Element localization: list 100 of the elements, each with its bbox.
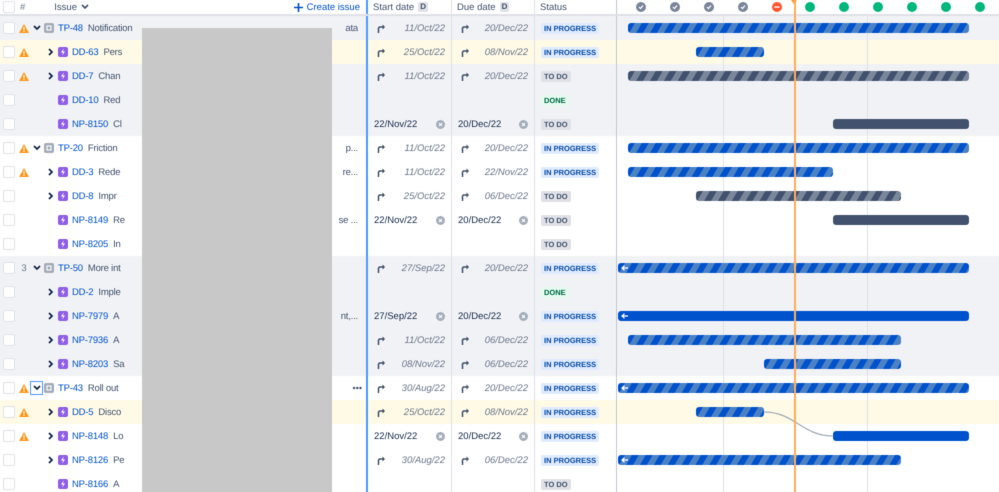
more-actions-button[interactable]: ••• bbox=[352, 383, 362, 393]
sprint-marker[interactable] bbox=[974, 2, 985, 12]
issue-key-link[interactable]: NP-8149 bbox=[72, 214, 108, 226]
checkbox[interactable] bbox=[3, 382, 15, 394]
checkbox[interactable] bbox=[3, 334, 15, 346]
timeline-bar[interactable] bbox=[764, 359, 901, 369]
issue-key-link[interactable]: TP-20 bbox=[58, 142, 83, 154]
date-value[interactable]: 06/Dec/22 bbox=[484, 190, 528, 202]
checkbox[interactable] bbox=[3, 22, 15, 34]
issue-key-link[interactable]: TP-48 bbox=[58, 22, 83, 34]
date-value[interactable]: 22/Nov/22 bbox=[374, 430, 418, 442]
date-value[interactable]: 25/Oct/22 bbox=[404, 46, 445, 58]
clear-icon[interactable] bbox=[519, 120, 528, 128]
sprint-marker[interactable] bbox=[772, 2, 782, 12]
sprint-marker[interactable] bbox=[636, 2, 646, 12]
clear-icon[interactable] bbox=[436, 312, 445, 320]
date-value[interactable]: 20/Dec/22 bbox=[458, 118, 502, 130]
issue-key-link[interactable]: NP-8203 bbox=[72, 358, 108, 370]
date-value[interactable]: 20/Dec/22 bbox=[484, 382, 528, 394]
checkbox[interactable] bbox=[3, 94, 15, 106]
checkbox[interactable] bbox=[3, 46, 15, 58]
date-value[interactable]: 11/Oct/22 bbox=[404, 22, 445, 34]
date-value[interactable]: 25/Oct/22 bbox=[404, 190, 445, 202]
date-value[interactable]: 06/Dec/22 bbox=[484, 358, 528, 370]
issue-key-link[interactable]: NP-8148 bbox=[72, 430, 108, 442]
date-value[interactable]: 20/Dec/22 bbox=[484, 262, 528, 274]
issue-key-link[interactable]: NP-8205 bbox=[72, 238, 108, 250]
timeline-bar[interactable] bbox=[628, 335, 901, 345]
date-value[interactable]: 11/Oct/22 bbox=[404, 70, 445, 82]
timeline-bar[interactable] bbox=[628, 143, 969, 153]
issue-key-link[interactable]: NP-8150 bbox=[72, 118, 108, 130]
timeline-bar[interactable] bbox=[618, 455, 901, 465]
date-value[interactable]: 30/Aug/22 bbox=[402, 382, 445, 394]
issue-key-link[interactable]: NP-7979 bbox=[72, 310, 108, 322]
checkbox[interactable] bbox=[3, 262, 15, 274]
create-issue-link[interactable]: Create issue bbox=[294, 2, 360, 12]
sprint-marker[interactable] bbox=[670, 2, 680, 12]
sprint-marker[interactable] bbox=[805, 2, 816, 12]
checkbox[interactable] bbox=[3, 70, 15, 82]
checkbox[interactable] bbox=[3, 118, 15, 130]
date-value[interactable]: 20/Dec/22 bbox=[484, 70, 528, 82]
date-value[interactable]: 06/Dec/22 bbox=[484, 334, 528, 346]
clear-icon[interactable] bbox=[519, 312, 528, 320]
checkbox[interactable] bbox=[3, 454, 15, 466]
date-value[interactable]: 25/Oct/22 bbox=[404, 406, 445, 418]
checkbox[interactable] bbox=[3, 166, 15, 178]
date-value[interactable]: 11/Oct/22 bbox=[404, 142, 445, 154]
issue-key-link[interactable]: TP-43 bbox=[58, 382, 83, 394]
issue-key-link[interactable]: DD-63 bbox=[72, 46, 98, 58]
checkbox[interactable] bbox=[3, 214, 15, 226]
status-header[interactable]: Status bbox=[540, 2, 567, 12]
issue-key-link[interactable]: DD-3 bbox=[72, 166, 94, 178]
issue-key-link[interactable]: TP-50 bbox=[58, 262, 83, 274]
timeline-bar[interactable] bbox=[696, 191, 901, 201]
timeline-bar[interactable] bbox=[628, 23, 969, 33]
issue-key-link[interactable]: NP-8126 bbox=[72, 454, 108, 466]
checkbox[interactable] bbox=[3, 286, 15, 298]
date-value[interactable]: 20/Dec/22 bbox=[458, 214, 502, 226]
timeline-bar[interactable] bbox=[628, 167, 833, 177]
date-value[interactable]: 20/Dec/22 bbox=[458, 430, 502, 442]
date-value[interactable]: 08/Nov/22 bbox=[402, 358, 445, 370]
date-value[interactable]: 20/Dec/22 bbox=[458, 310, 502, 322]
clear-icon[interactable] bbox=[436, 216, 445, 224]
checkbox[interactable] bbox=[3, 358, 15, 370]
sprint-marker[interactable] bbox=[941, 2, 952, 12]
date-value[interactable]: 22/Nov/22 bbox=[484, 166, 528, 178]
start-date-header[interactable]: Start date bbox=[373, 2, 414, 12]
checkbox[interactable] bbox=[3, 190, 15, 202]
timeline-bar[interactable] bbox=[618, 263, 969, 273]
issue-header[interactable]: Issue bbox=[54, 2, 78, 12]
date-value[interactable]: 11/Oct/22 bbox=[404, 334, 445, 346]
sprint-marker[interactable] bbox=[839, 2, 850, 12]
date-value[interactable]: 27/Sep/22 bbox=[402, 262, 445, 274]
clear-icon[interactable] bbox=[519, 216, 528, 224]
date-value[interactable]: 06/Dec/22 bbox=[484, 454, 528, 466]
clear-icon[interactable] bbox=[519, 432, 528, 440]
timeline-bar[interactable] bbox=[618, 383, 969, 393]
issue-key-link[interactable]: DD-2 bbox=[72, 286, 94, 298]
checkbox[interactable] bbox=[3, 1, 15, 13]
date-value[interactable]: 11/Oct/22 bbox=[404, 166, 445, 178]
expand-toggle[interactable] bbox=[30, 381, 43, 395]
sprint-marker[interactable] bbox=[873, 2, 884, 12]
due-date-header[interactable]: Due date bbox=[457, 2, 496, 12]
date-value[interactable]: 20/Dec/22 bbox=[484, 22, 528, 34]
sprint-marker[interactable] bbox=[907, 2, 918, 12]
date-value[interactable]: 22/Nov/22 bbox=[374, 214, 418, 226]
issue-key-link[interactable]: DD-8 bbox=[72, 190, 94, 202]
date-value[interactable]: 20/Dec/22 bbox=[484, 142, 528, 154]
clear-icon[interactable] bbox=[436, 120, 445, 128]
sprint-marker[interactable] bbox=[738, 2, 748, 12]
timeline-bar[interactable] bbox=[696, 407, 764, 417]
issue-key-link[interactable]: NP-8166 bbox=[72, 478, 108, 490]
chevron-down-icon[interactable] bbox=[81, 4, 90, 10]
timeline-bar[interactable] bbox=[696, 47, 764, 57]
issue-key-link[interactable]: NP-7936 bbox=[72, 334, 108, 346]
date-value[interactable]: 08/Nov/22 bbox=[484, 406, 528, 418]
sprint-marker[interactable] bbox=[704, 2, 714, 12]
issue-key-link[interactable]: DD-7 bbox=[72, 70, 94, 82]
date-value[interactable]: 22/Nov/22 bbox=[374, 118, 418, 130]
checkbox[interactable] bbox=[3, 406, 15, 418]
